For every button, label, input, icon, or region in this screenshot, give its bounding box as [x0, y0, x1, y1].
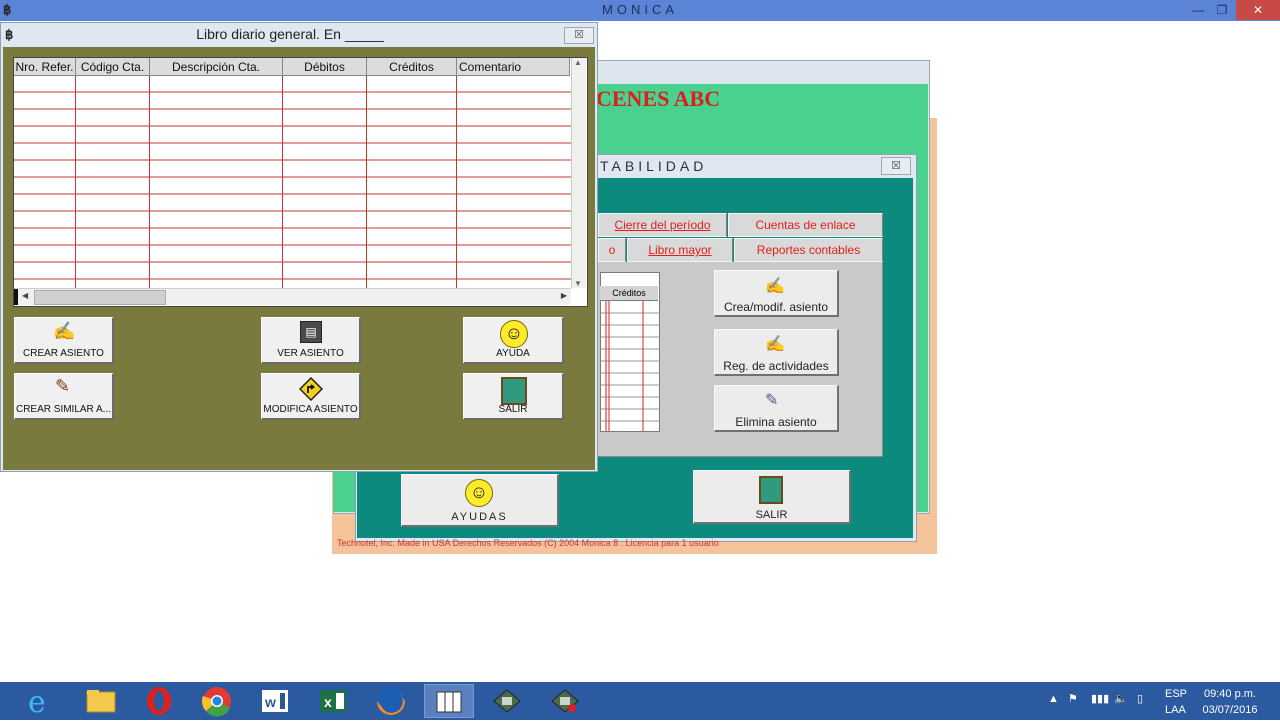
- close-button[interactable]: ✕: [1236, 0, 1280, 20]
- flag-icon[interactable]: ⚑: [1068, 692, 1078, 705]
- smiley-icon: ☺: [465, 479, 493, 507]
- network-icon[interactable]: ▮▮▮: [1091, 692, 1109, 705]
- scroll-up-icon[interactable]: ▲: [574, 58, 582, 67]
- app-title: MONICA: [602, 2, 678, 17]
- app-window-icon-2[interactable]: [540, 684, 590, 718]
- button-label: Elimina asiento: [735, 415, 817, 429]
- button-label: AYUDA: [496, 348, 530, 359]
- pen-write-icon: ✍: [53, 321, 76, 341]
- ver-asiento-button[interactable]: ▤ VER ASIENTO: [261, 317, 361, 364]
- clock-date[interactable]: 03/07/2016: [1200, 704, 1260, 716]
- tab-label: Cuentas de enlace: [755, 218, 856, 232]
- ayudas-button[interactable]: ☺ AYUDAS: [401, 474, 559, 527]
- turn-sign-icon: [298, 376, 324, 402]
- contabilidad-close-button[interactable]: ☒: [881, 157, 911, 175]
- firefox-icon[interactable]: [366, 684, 416, 718]
- button-label: Reg. de actividades: [723, 359, 829, 373]
- modifica-asiento-button[interactable]: MODIFICA ASIENTO: [261, 373, 361, 420]
- language-indicator[interactable]: ESP: [1165, 688, 1187, 700]
- crea-modif-asiento-button[interactable]: ✍ Crea/modif. asiento: [714, 270, 839, 317]
- button-label: SALIR: [498, 404, 528, 415]
- crear-similar-button[interactable]: ✎ CREAR SIMILAR A...: [14, 373, 114, 420]
- reg-actividades-button[interactable]: ✍ Reg. de actividades: [714, 329, 839, 376]
- tab-label: Reportes contables: [756, 243, 861, 257]
- tab-cierre-periodo[interactable]: Cierre del período: [598, 213, 727, 237]
- opera-icon[interactable]: [134, 684, 184, 718]
- button-label: SALIR: [755, 509, 788, 521]
- excel-icon[interactable]: x: [308, 684, 358, 718]
- elimina-asiento-button[interactable]: ✎ Elimina asiento: [714, 385, 839, 432]
- col-codigo-cta[interactable]: Código Cta.: [76, 58, 150, 76]
- tab-label: o: [608, 243, 616, 257]
- grid-horizontal-scrollbar[interactable]: ◀ ▶: [14, 288, 571, 305]
- hand-write-icon: ✍: [765, 336, 785, 353]
- tab-cuentas-enlace[interactable]: Cuentas de enlace: [728, 213, 883, 237]
- tray-chevron-icon[interactable]: ▲: [1048, 693, 1059, 705]
- app-window-icon[interactable]: [482, 684, 532, 718]
- ayuda-button[interactable]: ☺ AYUDA: [463, 317, 564, 364]
- door-exit-icon: [759, 476, 783, 504]
- door-exit-icon: [501, 377, 527, 405]
- mini-grid-header: Créditos: [600, 286, 658, 301]
- button-label: CREAR SIMILAR A...: [15, 404, 112, 415]
- journal-grid[interactable]: [13, 57, 588, 307]
- battery-icon[interactable]: ▯: [1137, 692, 1143, 705]
- button-label: Crea/modif. asiento: [723, 300, 829, 314]
- tab-reportes-contables[interactable]: Reportes contables: [734, 238, 883, 262]
- button-label: CREAR ASIENTO: [23, 348, 104, 359]
- keyboard-layout-indicator[interactable]: LAA: [1165, 704, 1186, 716]
- grid-header: Nro. Refer. Código Cta. Descripción Cta.…: [14, 58, 570, 76]
- svg-text:e: e: [28, 685, 46, 718]
- libro-window-logo-icon: ฿: [5, 27, 14, 42]
- svg-text:w: w: [264, 694, 276, 710]
- salir-contabilidad-button[interactable]: SALIR: [693, 470, 851, 524]
- col-creditos[interactable]: Créditos: [367, 58, 457, 76]
- salir-button[interactable]: SALIR: [463, 373, 564, 420]
- tab-label: Libro mayor: [648, 243, 712, 257]
- file-explorer-icon[interactable]: [76, 684, 126, 718]
- tab-partial[interactable]: o: [598, 238, 626, 262]
- svg-text:x: x: [324, 694, 332, 710]
- word-icon[interactable]: w: [250, 684, 300, 718]
- col-debitos[interactable]: Débitos: [283, 58, 367, 76]
- scroll-left-edge: [14, 289, 18, 305]
- restore-button[interactable]: ❐: [1208, 0, 1236, 20]
- company-name: CENES ABC: [596, 86, 721, 111]
- col-comentario[interactable]: Comentario: [457, 58, 570, 76]
- libro-title: Libro diario general. En _____: [196, 26, 384, 42]
- col-nro-refer[interactable]: Nro. Refer.: [14, 58, 76, 76]
- internet-explorer-icon[interactable]: e: [18, 684, 68, 720]
- chrome-icon[interactable]: [192, 684, 242, 718]
- volume-icon[interactable]: 🔈: [1114, 692, 1128, 705]
- crear-asiento-button[interactable]: ✍ CREAR ASIENTO: [14, 317, 114, 364]
- grid-vertical-scrollbar[interactable]: ▲ ▼: [571, 58, 586, 288]
- smiley-icon: ☺: [500, 320, 528, 348]
- scroll-left-icon[interactable]: ◀: [22, 291, 28, 300]
- hand-pen-icon: ✍: [765, 278, 785, 295]
- eraser-icon: ✎: [765, 392, 779, 409]
- tab-label: Cierre del período: [614, 218, 711, 232]
- scroll-thumb[interactable]: [34, 290, 166, 305]
- button-label: AYUDAS: [451, 511, 508, 523]
- contabilidad-title: TABILIDAD: [600, 158, 708, 174]
- libro-close-button[interactable]: ☒: [564, 27, 594, 44]
- scroll-right-icon[interactable]: ▶: [561, 291, 567, 300]
- button-label: VER ASIENTO: [277, 348, 344, 359]
- copyright-text: Technotel, Inc. Made in USA Derechos Res…: [337, 538, 719, 548]
- col-descripcion-cta[interactable]: Descripción Cta.: [150, 58, 283, 76]
- tab-libro-mayor[interactable]: Libro mayor: [627, 238, 733, 262]
- scroll-down-icon[interactable]: ▼: [574, 279, 582, 288]
- clock-time[interactable]: 09:40 p.m.: [1200, 688, 1260, 700]
- monica-app-icon[interactable]: [424, 684, 474, 718]
- projector-icon: ▤: [300, 321, 322, 343]
- button-label: MODIFICA ASIENTO: [263, 404, 358, 415]
- pen-icon: ✎: [55, 376, 71, 396]
